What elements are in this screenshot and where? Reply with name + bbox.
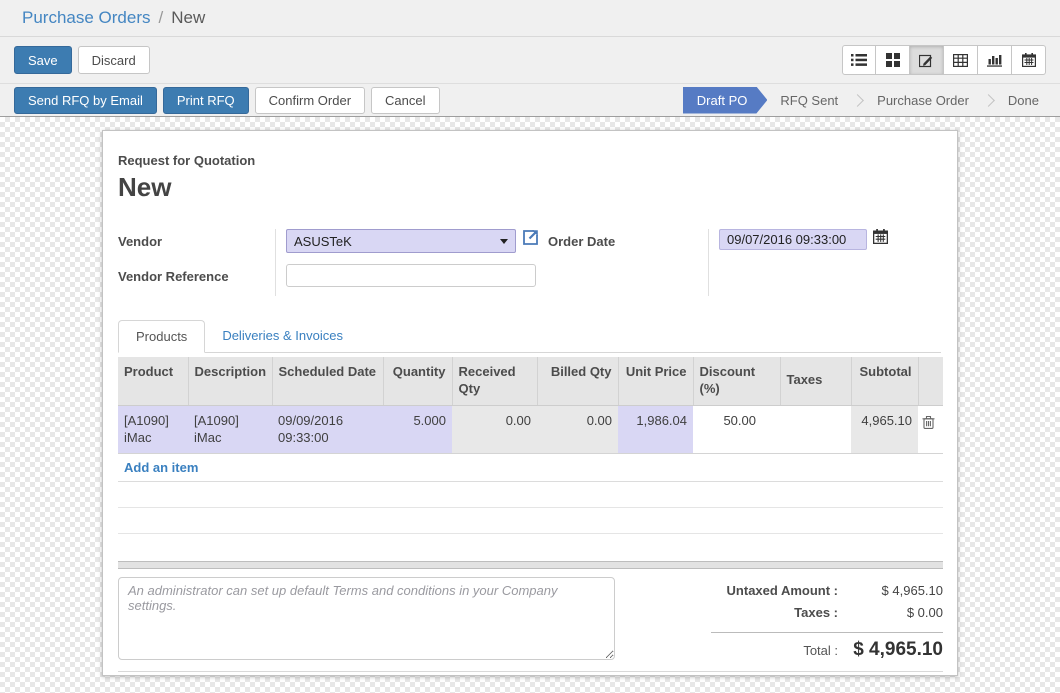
col-description[interactable]: Description bbox=[188, 357, 272, 405]
tab-products[interactable]: Products bbox=[118, 320, 205, 353]
footer-divider bbox=[118, 671, 943, 672]
total-value: $ 4,965.10 bbox=[838, 639, 943, 661]
vendor-reference-input[interactable] bbox=[286, 264, 536, 287]
empty-line-row[interactable] bbox=[118, 482, 943, 508]
col-unit-price[interactable]: Unit Price bbox=[618, 357, 693, 405]
untaxed-amount-label: Untaxed Amount : bbox=[727, 583, 838, 598]
add-an-item-link[interactable]: Add an item bbox=[118, 454, 943, 482]
cell-subtotal: 4,965.10 bbox=[851, 405, 918, 453]
taxes-value: $ 0.00 bbox=[838, 605, 943, 620]
statusbar: Send RFQ by Email Print RFQ Confirm Orde… bbox=[0, 84, 1060, 117]
order-line-row[interactable]: [A1090] iMac [A1090] iMac 09/09/2016 09:… bbox=[118, 405, 943, 453]
order-lines-table: Product Description Scheduled Date Quant… bbox=[118, 357, 943, 454]
cancel-button[interactable]: Cancel bbox=[371, 87, 439, 114]
col-actions bbox=[918, 357, 943, 405]
chevron-right-icon bbox=[851, 94, 864, 107]
dropdown-caret-icon bbox=[500, 239, 508, 244]
col-discount[interactable]: Discount (%) bbox=[693, 357, 780, 405]
cell-scheduled-date[interactable]: 09/09/2016 09:33:00 bbox=[272, 405, 383, 453]
status-pipeline: Draft PO RFQ Sent Purchase Order Done bbox=[683, 87, 1046, 114]
col-received-qty[interactable]: Received Qty bbox=[452, 357, 537, 405]
pivot-table-icon bbox=[953, 54, 968, 67]
toolbar: Save Discard bbox=[0, 37, 1060, 84]
totals-divider bbox=[711, 632, 943, 633]
sheet-footer: Untaxed Amount : $ 4,965.10 Taxes : $ 0.… bbox=[118, 577, 943, 661]
external-link-icon[interactable] bbox=[523, 229, 539, 245]
cell-taxes[interactable] bbox=[780, 405, 851, 453]
left-field-group: Vendor Vendor Reference ASUSTeK bbox=[118, 229, 548, 296]
cell-billed-qty: 0.00 bbox=[537, 405, 618, 453]
breadcrumb-separator: / bbox=[159, 8, 164, 28]
empty-line-row[interactable] bbox=[118, 508, 943, 534]
form-view-button[interactable] bbox=[910, 45, 944, 75]
vendor-reference-label: Vendor Reference bbox=[118, 264, 275, 296]
breadcrumb: Purchase Orders / New bbox=[0, 0, 1060, 37]
vendor-label: Vendor bbox=[118, 229, 275, 261]
discard-button[interactable]: Discard bbox=[78, 46, 150, 74]
status-draft-po[interactable]: Draft PO bbox=[683, 87, 768, 114]
calendar-picker-icon[interactable] bbox=[873, 229, 888, 244]
cell-received-qty: 0.00 bbox=[452, 405, 537, 453]
form-sheet: Request for Quotation New Vendor Vendor … bbox=[102, 130, 958, 676]
view-switcher bbox=[842, 45, 1046, 75]
status-done[interactable]: Done bbox=[1001, 87, 1046, 114]
cell-product[interactable]: [A1090] iMac bbox=[118, 405, 188, 453]
col-taxes[interactable]: Taxes bbox=[780, 357, 851, 405]
taxes-label: Taxes : bbox=[794, 605, 838, 620]
cell-quantity[interactable]: 5.000 bbox=[383, 405, 452, 453]
page-title: New bbox=[118, 172, 941, 203]
totals-block: Untaxed Amount : $ 4,965.10 Taxes : $ 0.… bbox=[711, 577, 943, 661]
chevron-right-icon bbox=[982, 94, 995, 107]
untaxed-amount-value: $ 4,965.10 bbox=[838, 583, 943, 598]
workflow-buttons: Send RFQ by Email Print RFQ Confirm Orde… bbox=[14, 87, 440, 114]
save-button[interactable]: Save bbox=[14, 46, 72, 74]
col-subtotal[interactable]: Subtotal bbox=[851, 357, 918, 405]
list-icon bbox=[851, 53, 867, 67]
print-rfq-button[interactable]: Print RFQ bbox=[163, 87, 249, 114]
col-billed-qty[interactable]: Billed Qty bbox=[537, 357, 618, 405]
field-groups: Vendor Vendor Reference ASUSTeK bbox=[118, 229, 941, 296]
pivot-view-button[interactable] bbox=[944, 45, 978, 75]
table-header-row: Product Description Scheduled Date Quant… bbox=[118, 357, 943, 405]
breadcrumb-current: New bbox=[171, 8, 205, 28]
order-date-label: Order Date bbox=[548, 229, 708, 261]
right-field-group: Order Date 09/07/2016 09:33:00 bbox=[548, 229, 888, 296]
total-label: Total : bbox=[803, 643, 838, 658]
order-date-input[interactable]: 09/07/2016 09:33:00 bbox=[719, 229, 867, 250]
col-scheduled-date[interactable]: Scheduled Date bbox=[272, 357, 383, 405]
status-purchase-order[interactable]: Purchase Order bbox=[870, 87, 976, 114]
notebook-tabs: Products Deliveries & Invoices bbox=[118, 320, 941, 353]
document-type-label: Request for Quotation bbox=[118, 153, 941, 168]
cell-description[interactable]: [A1090] iMac bbox=[188, 405, 272, 453]
col-quantity[interactable]: Quantity bbox=[383, 357, 452, 405]
col-product[interactable]: Product bbox=[118, 357, 188, 405]
confirm-order-button[interactable]: Confirm Order bbox=[255, 87, 365, 114]
calendar-icon bbox=[1022, 53, 1036, 67]
kanban-view-button[interactable] bbox=[876, 45, 910, 75]
form-edit-icon bbox=[919, 53, 934, 68]
graph-view-button[interactable] bbox=[978, 45, 1012, 75]
delete-line-button[interactable] bbox=[920, 413, 937, 434]
cell-unit-price[interactable]: 1,986.04 bbox=[618, 405, 693, 453]
list-view-button[interactable] bbox=[842, 45, 876, 75]
vendor-select[interactable]: ASUSTeK bbox=[286, 229, 516, 253]
kanban-icon bbox=[886, 53, 900, 67]
bar-chart-icon bbox=[987, 53, 1002, 67]
calendar-view-button[interactable] bbox=[1012, 45, 1046, 75]
tab-deliveries-invoices[interactable]: Deliveries & Invoices bbox=[205, 320, 360, 352]
cell-discount[interactable]: 50.00 bbox=[693, 405, 780, 453]
send-rfq-by-email-button[interactable]: Send RFQ by Email bbox=[14, 87, 157, 114]
vendor-value: ASUSTeK bbox=[294, 234, 352, 249]
section-separator bbox=[118, 561, 943, 569]
breadcrumb-parent-link[interactable]: Purchase Orders bbox=[22, 8, 151, 28]
terms-and-conditions-textarea[interactable] bbox=[118, 577, 615, 660]
status-rfq-sent[interactable]: RFQ Sent bbox=[773, 87, 845, 114]
form-background: Request for Quotation New Vendor Vendor … bbox=[0, 117, 1060, 693]
